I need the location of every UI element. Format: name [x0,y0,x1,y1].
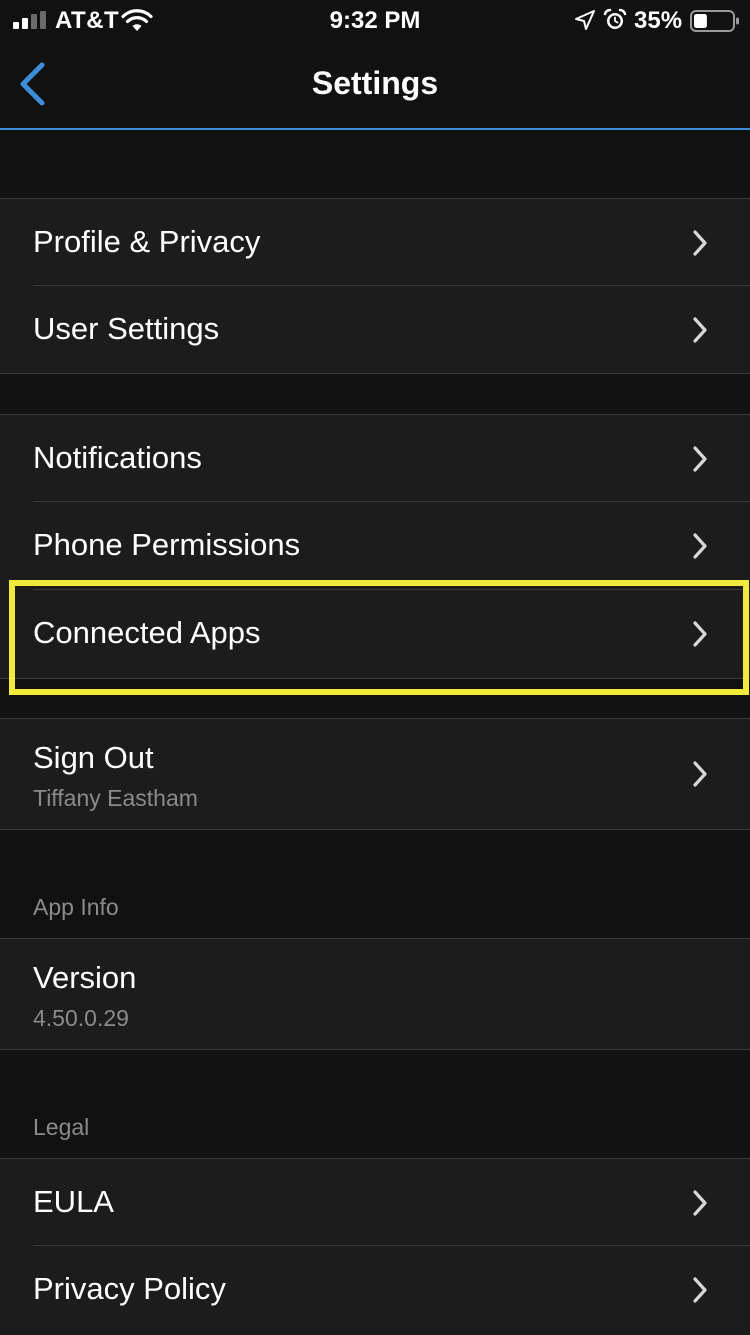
chevron-right-icon [693,761,707,787]
row-label: Sign Out [33,740,154,775]
row-privacy-policy[interactable]: Privacy Policy [0,1246,750,1335]
row-label: User Settings [33,311,220,346]
battery-percent: 35% [634,7,683,34]
chevron-right-icon [693,317,707,343]
app-version-number: 4.50.0.29 [33,1005,129,1031]
row-profile-privacy[interactable]: Profile & Privacy [0,199,750,286]
row-label: Version [33,960,137,995]
row-label: Profile & Privacy [33,224,261,259]
row-user-settings[interactable]: User Settings [0,286,750,373]
signed-in-user-name: Tiffany Eastham [33,785,198,811]
row-sign-out[interactable]: Sign Out Tiffany Eastham [0,719,750,829]
chevron-right-icon [693,1277,707,1303]
section-header-app-info: App Info [33,894,119,920]
row-connected-apps[interactable]: Connected Apps [0,590,750,678]
chevron-right-icon [693,621,707,647]
chevron-right-icon [693,230,707,256]
battery-icon [690,10,739,32]
row-eula[interactable]: EULA [0,1159,750,1246]
settings-group-account: Profile & Privacy User Settings [0,198,750,374]
settings-group-device: Notifications Phone Permissions Connecte… [0,414,750,679]
row-label: Connected Apps [33,615,261,650]
section-header-legal: Legal [33,1114,90,1140]
row-label: Phone Permissions [33,527,301,562]
chevron-right-icon [693,446,707,472]
row-phone-permissions[interactable]: Phone Permissions [0,502,750,590]
navigation-bar: Settings [0,40,750,130]
row-version: Version 4.50.0.29 [0,939,750,1049]
settings-group-app-info: Version 4.50.0.29 [0,938,750,1050]
battery-fill [694,14,707,28]
status-bar: AT&T 9:32 PM 35% [0,0,750,40]
chevron-right-icon [693,1190,707,1216]
row-label: Notifications [33,440,202,475]
row-label: Privacy Policy [33,1271,226,1306]
location-icon [575,10,595,30]
row-label: EULA [33,1184,114,1219]
page-title: Settings [311,65,439,101]
settings-group-session: Sign Out Tiffany Eastham [0,718,750,830]
chevron-right-icon [693,533,707,559]
alarm-icon [603,8,627,29]
settings-group-legal: EULA Privacy Policy [0,1158,750,1335]
row-notifications[interactable]: Notifications [0,415,750,502]
